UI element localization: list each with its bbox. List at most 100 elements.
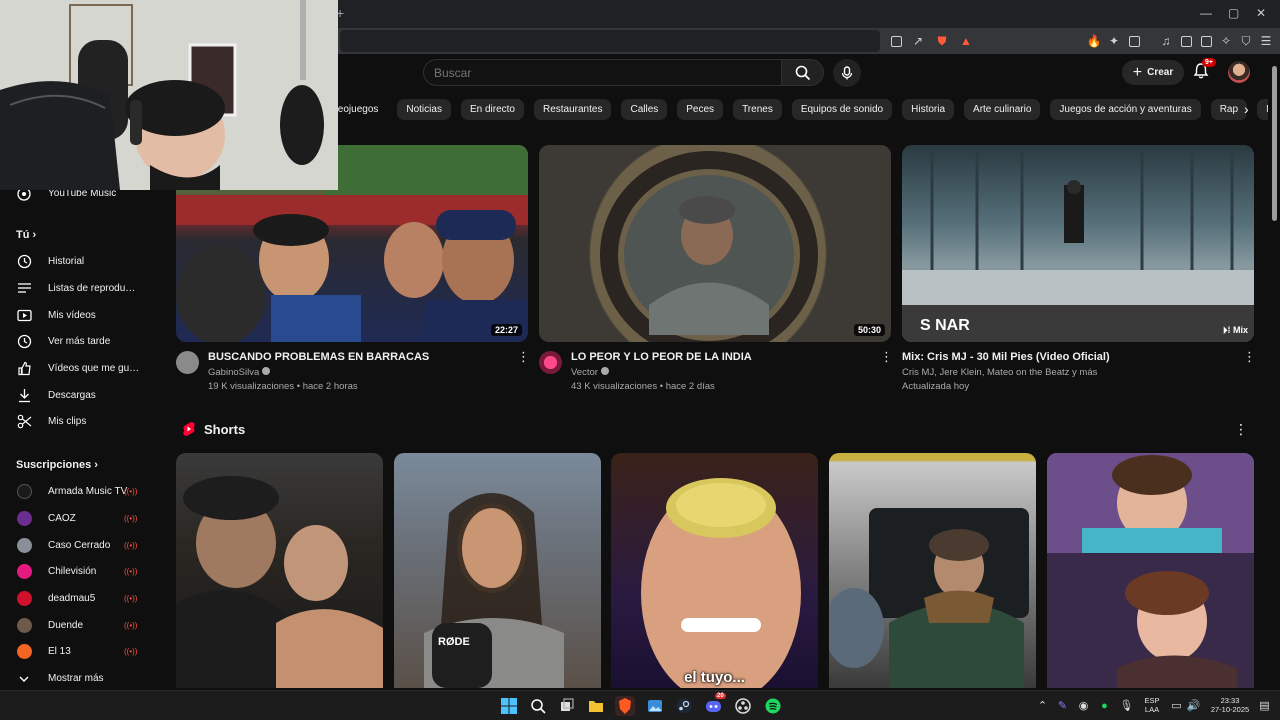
- more-options-icon[interactable]: ⋮: [1234, 421, 1248, 438]
- search-button[interactable]: [781, 59, 824, 86]
- brave-rewards-icon[interactable]: ▲: [958, 33, 974, 49]
- chip[interactable]: Trenes: [733, 99, 782, 120]
- fire-icon[interactable]: 🔥: [1086, 33, 1102, 49]
- sidebar-item-playlists[interactable]: Listas de reproducc...: [0, 275, 160, 302]
- pen-icon[interactable]: ✎: [1056, 699, 1069, 712]
- short-thumbnail[interactable]: el tuyo...: [611, 453, 818, 688]
- maximize-button[interactable]: ▢: [1228, 6, 1239, 20]
- address-bar[interactable]: [340, 30, 880, 52]
- short-thumbnail[interactable]: [829, 453, 1036, 688]
- sidebar-item-my-clips[interactable]: Mis clips: [0, 408, 160, 435]
- sidebar-subscription[interactable]: CAOZ ((•)): [0, 505, 160, 532]
- more-options-icon[interactable]: ⋮: [880, 350, 893, 363]
- network-icon[interactable]: ▭: [1170, 699, 1183, 712]
- video-channel[interactable]: GabinoSilva: [208, 367, 271, 378]
- brave-shield-icon[interactable]: ⛊: [934, 33, 950, 49]
- menu-icon[interactable]: ☰: [1258, 33, 1274, 49]
- sidebar-subscription[interactable]: El 13 ((•)): [0, 638, 160, 665]
- video-thumbnail[interactable]: S NAR ⏵⁞ Mix: [902, 145, 1254, 342]
- sidebar-subscriptions-heading[interactable]: Suscripciones ›: [16, 459, 98, 471]
- volume-icon[interactable]: 🔊: [1187, 699, 1201, 712]
- sidebar-item-label: Mostrar más: [48, 673, 104, 684]
- photos-icon[interactable]: [645, 696, 665, 716]
- sidebar-subscription[interactable]: Duende ((•)): [0, 612, 160, 639]
- chip[interactable]: Juegos de acción y aventuras: [1050, 99, 1201, 120]
- chip[interactable]: Arte culinario: [964, 99, 1041, 120]
- channel-avatar: [16, 538, 32, 554]
- chip[interactable]: Rap: [1210, 99, 1248, 120]
- chevron-right-icon[interactable]: ›: [1244, 101, 1260, 117]
- sidebar-item-downloads[interactable]: Descargas: [0, 382, 160, 409]
- sidebar-subscription[interactable]: Chilevisión ((•)): [0, 558, 160, 585]
- chip[interactable]: Peces: [677, 99, 724, 120]
- sidebar-item-my-videos[interactable]: Mis vídeos: [0, 302, 160, 329]
- spotify-icon[interactable]: [763, 696, 783, 716]
- sidebar-subscription[interactable]: deadmau5 ((•)): [0, 585, 160, 612]
- sidebar-item-history[interactable]: Historial: [0, 248, 160, 275]
- obs-icon[interactable]: [733, 696, 753, 716]
- sidebar-subscription[interactable]: Armada Music TV ((•)): [0, 478, 160, 505]
- sidebar-subscription[interactable]: Caso Cerrado ((•)): [0, 532, 160, 559]
- spotify-tray-icon[interactable]: ●: [1098, 699, 1111, 712]
- steam-tray-icon[interactable]: ◉: [1077, 699, 1090, 712]
- windows-start-icon[interactable]: [499, 696, 519, 716]
- sidebar-item-watch-later[interactable]: Ver más tarde: [0, 328, 160, 355]
- search-icon[interactable]: [528, 696, 548, 716]
- short-thumbnail[interactable]: [176, 453, 383, 688]
- cast-icon[interactable]: [888, 33, 904, 49]
- mic-brand-text: RØDE: [438, 636, 470, 648]
- brave-browser-icon[interactable]: [615, 696, 635, 716]
- discord-icon[interactable]: 20: [704, 693, 726, 716]
- more-options-icon[interactable]: ⋮: [517, 350, 530, 363]
- create-button[interactable]: + Crear: [1122, 60, 1184, 85]
- minimize-button[interactable]: —: [1200, 6, 1212, 20]
- share-icon[interactable]: ↗: [910, 33, 926, 49]
- wallet-icon[interactable]: [1198, 33, 1214, 49]
- page-scrollbar[interactable]: [1268, 54, 1280, 690]
- chip[interactable]: Noticias: [397, 99, 451, 120]
- sidebar-item-label: Listas de reproducc...: [48, 283, 140, 294]
- chevron-up-icon[interactable]: ⌃: [1036, 699, 1049, 712]
- microphone-icon[interactable]: 🎙: [1120, 699, 1134, 712]
- video-channel[interactable]: Cris MJ, Jere Klein, Mateo on the Beatz …: [902, 367, 1097, 378]
- chip[interactable]: Equipos de sonido: [791, 99, 893, 120]
- task-view-icon[interactable]: [557, 696, 577, 716]
- channel-avatar[interactable]: [176, 351, 199, 374]
- video-title[interactable]: Mix: Cris MJ - 30 Mil Pies (Video Oficia…: [902, 351, 1110, 363]
- video-title[interactable]: LO PEOR Y LO PEOR DE LA INDIA: [571, 351, 752, 363]
- sidebar-show-more[interactable]: Mostrar más: [0, 665, 160, 692]
- steam-icon[interactable]: [674, 696, 694, 716]
- search-input[interactable]: [424, 60, 781, 86]
- chip[interactable]: En directo: [460, 99, 524, 120]
- voice-search-button[interactable]: [833, 59, 861, 87]
- file-explorer-icon[interactable]: [586, 696, 606, 716]
- sidebar-item-liked-videos[interactable]: Vídeos que me gus...: [0, 355, 160, 382]
- video-thumbnail[interactable]: 50:30: [539, 145, 891, 342]
- more-options-icon[interactable]: ⋮: [1243, 350, 1256, 363]
- video-title[interactable]: BUSCANDO PROBLEMAS EN BARRACAS: [208, 351, 429, 363]
- notification-center-icon[interactable]: ▤: [1258, 699, 1271, 712]
- screenshot-icon[interactable]: [1126, 33, 1142, 49]
- chip[interactable]: Historia: [902, 99, 955, 120]
- search-box[interactable]: [423, 59, 781, 86]
- input-language[interactable]: ESP LAA: [1140, 696, 1164, 714]
- short-thumbnail[interactable]: [1047, 453, 1254, 688]
- close-window-button[interactable]: ✕: [1256, 6, 1266, 20]
- ai-icon[interactable]: ✧: [1218, 33, 1234, 49]
- clock-date: 27-10-2025: [1210, 705, 1250, 714]
- scrollbar-thumb[interactable]: [1272, 66, 1277, 221]
- chip[interactable]: Calles: [621, 99, 668, 120]
- video-channel[interactable]: Vector: [571, 367, 609, 378]
- channel-avatar[interactable]: [539, 351, 562, 374]
- clock[interactable]: 23:33 27-10-2025: [1204, 696, 1256, 714]
- chip[interactable]: Restaurantes: [533, 99, 612, 120]
- short-thumbnail[interactable]: RØDE: [394, 453, 601, 688]
- puzzle-icon[interactable]: ✦: [1106, 33, 1122, 49]
- notifications-button[interactable]: 9+: [1192, 58, 1216, 82]
- sidebar-you-heading[interactable]: Tú ›: [16, 229, 36, 241]
- chip[interactable]: ideojuegos: [330, 99, 387, 120]
- music-icon[interactable]: ♫: [1158, 33, 1174, 49]
- sidebar-icon[interactable]: [1178, 33, 1194, 49]
- account-avatar[interactable]: [1228, 61, 1250, 83]
- vpn-icon[interactable]: ⛉: [1238, 33, 1254, 49]
